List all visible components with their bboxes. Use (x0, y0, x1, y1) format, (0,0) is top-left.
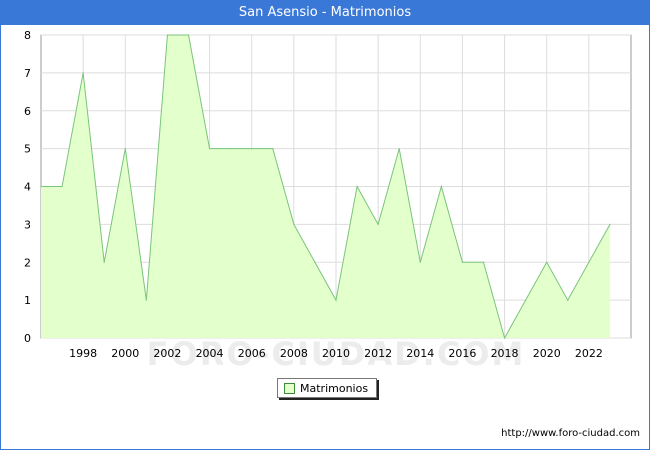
y-tick-label: 4 (24, 181, 31, 194)
data-point (461, 261, 464, 263)
data-point (377, 223, 379, 225)
x-tick-label: 2022 (575, 347, 603, 360)
y-tick-label: 8 (24, 29, 31, 42)
y-tick-label: 0 (24, 332, 31, 345)
x-tick-label: 2002 (153, 347, 181, 360)
data-point (251, 148, 253, 150)
data-point (124, 148, 126, 150)
data-point (419, 261, 421, 263)
data-point (40, 185, 42, 188)
x-tick-label: 2004 (196, 347, 224, 360)
source-url[interactable]: http://www.foro-ciudad.com (501, 428, 640, 439)
x-tick-label: 2014 (406, 347, 434, 360)
y-tick-label: 7 (24, 67, 31, 80)
legend-swatch (284, 382, 295, 394)
x-tick-label: 2018 (491, 347, 519, 360)
data-point (293, 223, 295, 225)
y-tick-label: 6 (24, 105, 31, 118)
data-point (588, 261, 590, 263)
data-point (609, 223, 611, 225)
data-point (82, 72, 84, 74)
x-tick-label: 2020 (533, 347, 561, 360)
x-tick-label: 2010 (322, 347, 350, 360)
data-point (398, 148, 400, 150)
data-point (440, 185, 442, 188)
y-tick-label: 5 (24, 143, 31, 156)
data-point (208, 148, 211, 150)
legend-label: Matrimonios (300, 381, 369, 395)
x-tick-label: 2016 (448, 347, 476, 360)
y-tick-label: 3 (24, 218, 31, 231)
y-tick-label: 1 (24, 294, 31, 307)
data-point (103, 261, 105, 263)
data-point (525, 299, 527, 301)
data-point (482, 261, 485, 263)
data-point (61, 185, 63, 188)
x-tick-label: 2000 (111, 347, 139, 360)
chart-frame: San Asensio - Matrimonios FORO-CIUDAD.CO… (0, 0, 650, 450)
data-point (230, 148, 232, 150)
data-point (567, 299, 569, 301)
data-point (356, 185, 358, 188)
data-point (272, 148, 274, 150)
data-point (187, 34, 190, 36)
x-tick-label: 2008 (280, 347, 308, 360)
data-point (145, 299, 147, 301)
data-point (166, 34, 169, 36)
y-tick-label: 2 (24, 256, 31, 269)
data-point (335, 299, 337, 301)
x-tick-label: 2006 (238, 347, 266, 360)
x-tick-label: 2012 (364, 347, 392, 360)
data-point (314, 261, 316, 263)
data-point (546, 261, 548, 263)
x-tick-label: 1998 (69, 347, 97, 360)
legend: Matrimonios (277, 378, 377, 398)
